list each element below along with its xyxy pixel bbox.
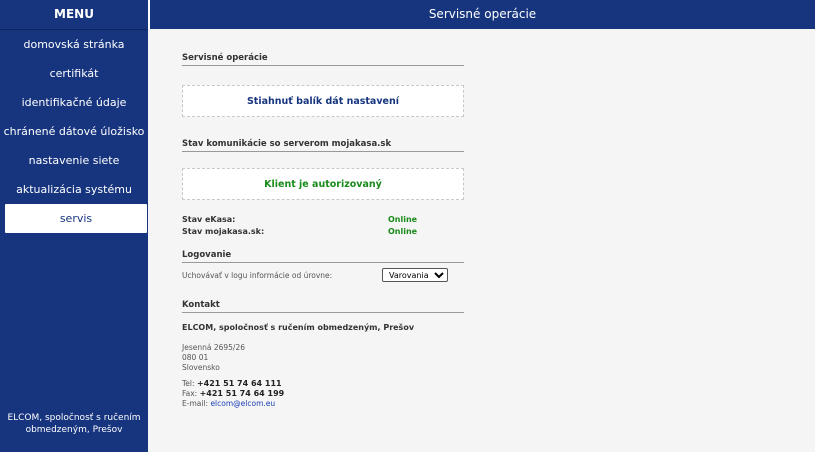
contact-zip: 080 01 bbox=[182, 353, 209, 362]
menu-list: domovská stránka certifikát identifikačn… bbox=[0, 30, 148, 233]
contact-details: Tel: +421 51 74 64 111 Fax: +421 51 74 6… bbox=[182, 379, 464, 409]
contact-address: Jesenná 2695/26 080 01 Slovensko bbox=[182, 343, 464, 373]
status-row-mojakasa: Stav mojakasa.sk: Online bbox=[182, 226, 464, 238]
sidebar: MENU domovská stránka certifikát identif… bbox=[0, 0, 148, 452]
content-column: Servisné operácie Stiahnuť balík dát nas… bbox=[182, 29, 464, 409]
sidebar-item-certificate[interactable]: certifikát bbox=[0, 59, 148, 88]
contact-tel: +421 51 74 64 111 bbox=[196, 379, 282, 388]
sidebar-item-identification[interactable]: identifikačné údaje bbox=[0, 88, 148, 117]
contact-tel-label: Tel: bbox=[182, 379, 195, 388]
sidebar-item-home[interactable]: domovská stránka bbox=[0, 30, 148, 59]
contact-email-link[interactable]: elcom@elcom.eu bbox=[210, 399, 275, 408]
section-title-service-ops: Servisné operácie bbox=[182, 53, 464, 66]
contact-street: Jesenná 2695/26 bbox=[182, 343, 245, 352]
contact-email-row: E-mail: elcom@elcom.eu bbox=[182, 399, 464, 409]
status-label-ekasa: Stav eKasa: bbox=[182, 215, 236, 224]
sidebar-footer: ELCOM, spoločnosť s ručením obmedzeným, … bbox=[7, 413, 141, 435]
authorization-status-box: Klient je autorizovaný bbox=[182, 168, 464, 200]
logging-row: Uchovávať v logu informácie od úrovne: V… bbox=[182, 268, 464, 284]
sidebar-item-protected-storage[interactable]: chránené dátové úložisko bbox=[0, 117, 148, 146]
contact-fax: +421 51 74 64 199 bbox=[199, 389, 285, 398]
download-settings-label: Stiahnuť balík dát nastavení bbox=[246, 96, 400, 107]
log-level-select[interactable]: Varovania bbox=[382, 268, 448, 282]
authorization-status: Klient je autorizovaný bbox=[264, 179, 382, 190]
section-title-contact: Kontakt bbox=[182, 300, 464, 313]
contact-fax-row: Fax: +421 51 74 64 199 bbox=[182, 389, 464, 399]
contact-tel-row: Tel: +421 51 74 64 111 bbox=[182, 379, 464, 389]
contact-fax-label: Fax: bbox=[182, 389, 198, 398]
contact-email-label: E-mail: bbox=[182, 399, 209, 408]
status-table: Stav eKasa: Online Stav mojakasa.sk: Onl… bbox=[182, 214, 464, 238]
contact-company: ELCOM, spoločnosť s ručením obmedzeným, … bbox=[182, 323, 415, 332]
contact-country: Slovensko bbox=[182, 363, 220, 372]
sidebar-item-service[interactable]: servis bbox=[5, 204, 147, 233]
section-title-logging: Logovanie bbox=[182, 250, 464, 263]
download-settings-button[interactable]: Stiahnuť balík dát nastavení bbox=[182, 85, 464, 117]
status-value-mojakasa: Online bbox=[388, 227, 418, 236]
sidebar-item-system-update[interactable]: aktualizácia systému bbox=[0, 175, 148, 204]
sidebar-item-network-settings[interactable]: nastavenie siete bbox=[0, 146, 148, 175]
status-value-ekasa: Online bbox=[388, 215, 418, 224]
main-content: Servisné operácie Stiahnuť balík dát nas… bbox=[148, 29, 815, 452]
page-title: Servisné operácie bbox=[428, 7, 537, 21]
status-label-mojakasa: Stav mojakasa.sk: bbox=[182, 227, 265, 236]
logging-label: Uchovávať v logu informácie od úrovne: bbox=[182, 271, 333, 280]
page-header: Servisné operácie bbox=[148, 0, 815, 29]
section-title-server-comm: Stav komunikácie so serverom mojakasa.sk bbox=[182, 139, 464, 152]
status-row-ekasa: Stav eKasa: Online bbox=[182, 214, 464, 226]
menu-title: MENU bbox=[0, 0, 148, 30]
